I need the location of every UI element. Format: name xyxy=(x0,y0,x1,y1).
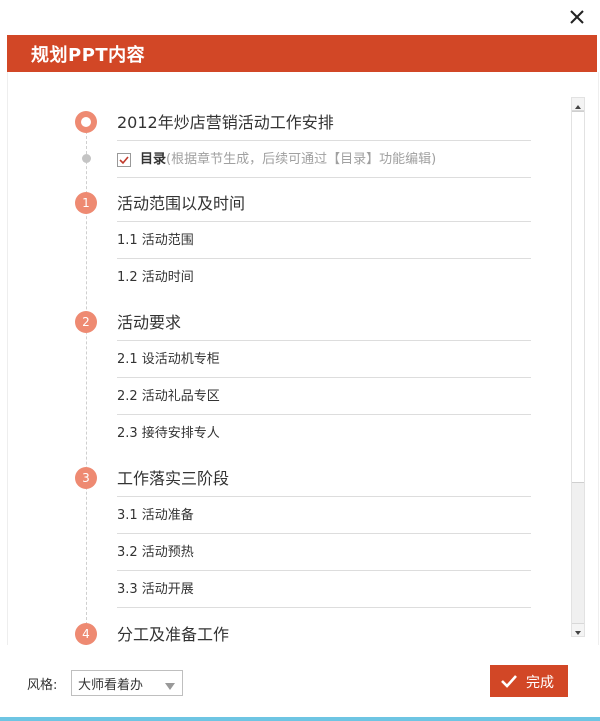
close-button[interactable] xyxy=(566,6,588,28)
vertical-scrollbar[interactable] xyxy=(571,97,585,637)
subsection-row[interactable]: 2.1 设活动机专柜 xyxy=(117,341,531,378)
section-title: 活动要求 xyxy=(117,313,182,332)
toc-checkbox[interactable] xyxy=(117,153,131,167)
subsection-title: 3.2 活动预热 xyxy=(117,545,194,560)
section-title-row-1[interactable]: 活动范围以及时间 xyxy=(117,185,531,222)
subsection-title: 2.1 设活动机专柜 xyxy=(117,352,220,367)
section-title: 分工及准备工作 xyxy=(117,625,230,644)
checkmark-icon xyxy=(119,156,129,165)
plan-ppt-dialog: 规划PPT内容 2012年炒店营销活动工作安排 目录(根据章节生成，后续可通过【… xyxy=(0,0,600,721)
section-marker-2: 2 xyxy=(75,311,97,333)
subsection-title: 2.3 接待安排专人 xyxy=(117,426,220,441)
subsection-title: 1.2 活动时间 xyxy=(117,270,194,285)
done-label: 完成 xyxy=(526,675,554,691)
cover-marker xyxy=(75,111,97,133)
subsection-title: 3.1 活动准备 xyxy=(117,508,194,523)
scroll-down-button[interactable] xyxy=(572,623,584,636)
subsection-title: 1.1 活动范围 xyxy=(117,233,194,248)
subsection-row[interactable]: 1.1 活动范围 xyxy=(117,222,531,259)
subsection-row[interactable]: 1.2 活动时间 xyxy=(117,259,531,296)
subsection-row[interactable]: 2.2 活动礼品专区 xyxy=(117,378,531,415)
section-title: 活动范围以及时间 xyxy=(117,194,246,213)
done-button[interactable]: 完成 xyxy=(490,665,568,697)
outline-panel: 2012年炒店营销活动工作安排 目录(根据章节生成，后续可通过【目录】功能编辑)… xyxy=(7,72,599,645)
section-marker-4: 4 xyxy=(75,623,97,645)
style-select-value: 大师看着办 xyxy=(78,678,144,693)
section-title: 工作落实三阶段 xyxy=(117,469,230,488)
subsection-title: 3.3 活动开展 xyxy=(117,582,194,597)
section-marker-3: 3 xyxy=(75,467,97,489)
title-bar: 规划PPT内容 xyxy=(7,35,597,72)
close-icon xyxy=(570,10,584,24)
dialog-footer: 风格: 大师看着办 完成 xyxy=(0,645,600,721)
toc-dot-marker xyxy=(82,154,91,163)
subsection-row[interactable]: 3.1 活动准备 xyxy=(117,497,531,534)
section-marker-1: 1 xyxy=(75,192,97,214)
subsection-row[interactable]: 3.2 活动预热 xyxy=(117,534,531,571)
cover-title: 2012年炒店营销活动工作安排 xyxy=(117,113,334,132)
scroll-thumb[interactable] xyxy=(572,111,584,483)
subsection-title: 2.2 活动礼品专区 xyxy=(117,389,220,404)
section-title-row-3[interactable]: 工作落实三阶段 xyxy=(117,460,531,497)
subsection-row[interactable]: 2.3 接待安排专人 xyxy=(117,415,531,452)
toc-row: 目录(根据章节生成，后续可通过【目录】功能编辑) xyxy=(117,141,531,178)
checkmark-icon xyxy=(500,673,518,693)
toc-hint: (根据章节生成，后续可通过【目录】功能编辑) xyxy=(166,152,437,167)
style-select[interactable]: 大师看着办 xyxy=(71,670,183,696)
triangle-down-icon xyxy=(575,631,581,635)
scroll-up-button[interactable] xyxy=(572,98,584,111)
bottom-accent-line xyxy=(0,717,600,721)
section-title-row-2[interactable]: 活动要求 xyxy=(117,304,531,341)
style-label: 风格: xyxy=(27,678,58,693)
dialog-title: 规划PPT内容 xyxy=(31,45,146,66)
subsection-row[interactable]: 3.3 活动开展 xyxy=(117,571,531,608)
cover-title-row[interactable]: 2012年炒店营销活动工作安排 xyxy=(117,104,531,141)
section-title-row-4[interactable]: 分工及准备工作 xyxy=(117,616,531,645)
toc-label: 目录 xyxy=(140,152,167,167)
dropdown-arrow-icon xyxy=(164,677,176,696)
